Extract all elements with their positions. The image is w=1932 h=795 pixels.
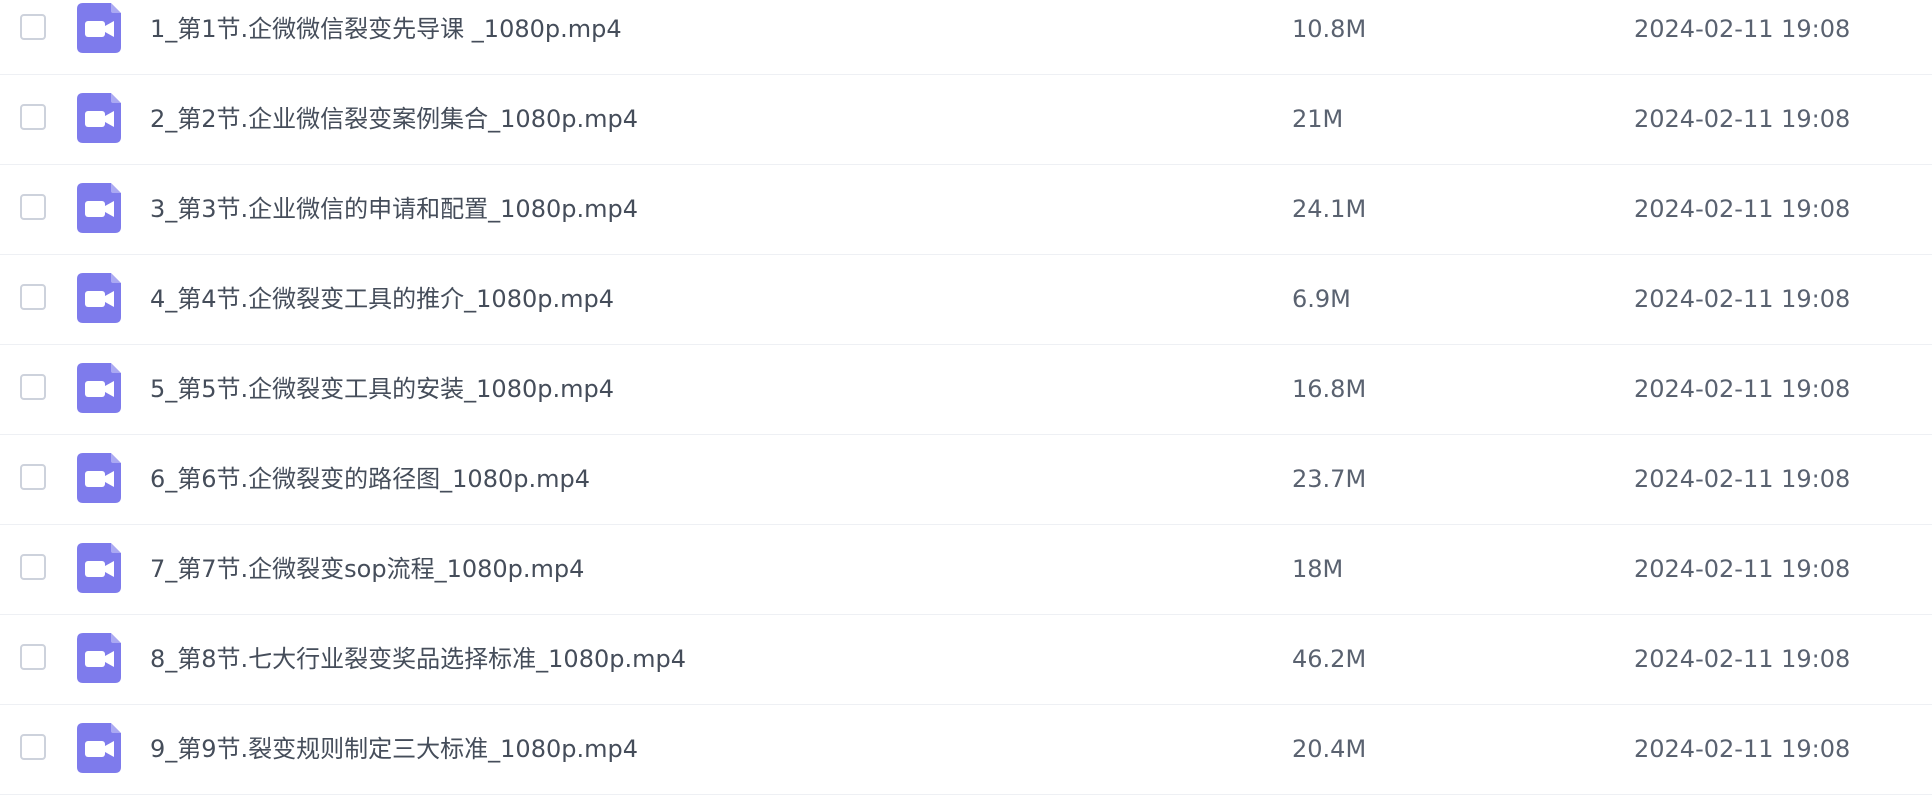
file-modified-date: 2024-02-11 19:08 — [1634, 195, 1851, 223]
file-modified-date: 2024-02-11 19:08 — [1634, 15, 1851, 43]
file-row[interactable]: 6_第6节.企微裂变的路径图_1080p.mp4 23.7M 2024-02-1… — [0, 435, 1932, 525]
file-modified-date: 2024-02-11 19:08 — [1634, 285, 1851, 313]
file-size: 18M — [1292, 555, 1344, 583]
file-size: 16.8M — [1292, 375, 1367, 403]
video-file-icon — [77, 273, 121, 323]
file-modified-date: 2024-02-11 19:08 — [1634, 555, 1851, 583]
video-file-icon — [77, 453, 121, 503]
file-size: 24.1M — [1292, 195, 1367, 223]
file-name[interactable]: 4_第4节.企微裂变工具的推介_1080p.mp4 — [150, 283, 614, 315]
file-list: 1_第1节.企微微信裂变先导课 _1080p.mp4 10.8M 2024-02… — [0, 0, 1932, 795]
file-modified-date: 2024-02-11 19:08 — [1634, 105, 1851, 133]
file-name[interactable]: 6_第6节.企微裂变的路径图_1080p.mp4 — [150, 463, 590, 495]
row-checkbox[interactable] — [20, 104, 46, 130]
row-checkbox[interactable] — [20, 194, 46, 220]
row-checkbox[interactable] — [20, 374, 46, 400]
file-modified-date: 2024-02-11 19:08 — [1634, 465, 1851, 493]
video-file-icon — [77, 633, 121, 683]
file-name[interactable]: 9_第9节.裂变规则制定三大标准_1080p.mp4 — [150, 733, 638, 765]
file-row[interactable]: 8_第8节.七大行业裂变奖品选择标准_1080p.mp4 46.2M 2024-… — [0, 615, 1932, 705]
row-checkbox[interactable] — [20, 554, 46, 580]
video-file-icon — [77, 3, 121, 53]
file-name[interactable]: 5_第5节.企微裂变工具的安装_1080p.mp4 — [150, 373, 614, 405]
file-row[interactable]: 5_第5节.企微裂变工具的安装_1080p.mp4 16.8M 2024-02-… — [0, 345, 1932, 435]
file-name[interactable]: 3_第3节.企业微信的申请和配置_1080p.mp4 — [150, 193, 638, 225]
file-row[interactable]: 7_第7节.企微裂变sop流程_1080p.mp4 18M 2024-02-11… — [0, 525, 1932, 615]
file-size: 10.8M — [1292, 15, 1367, 43]
file-name[interactable]: 7_第7节.企微裂变sop流程_1080p.mp4 — [150, 553, 584, 585]
row-checkbox[interactable] — [20, 284, 46, 310]
video-file-icon — [77, 363, 121, 413]
file-size: 21M — [1292, 105, 1344, 133]
file-size: 20.4M — [1292, 735, 1367, 763]
row-checkbox[interactable] — [20, 14, 46, 40]
file-modified-date: 2024-02-11 19:08 — [1634, 645, 1851, 673]
file-size: 46.2M — [1292, 645, 1367, 673]
file-modified-date: 2024-02-11 19:08 — [1634, 735, 1851, 763]
row-checkbox[interactable] — [20, 644, 46, 670]
file-row[interactable]: 2_第2节.企业微信裂变案例集合_1080p.mp4 21M 2024-02-1… — [0, 75, 1932, 165]
video-file-icon — [77, 183, 121, 233]
file-row[interactable]: 4_第4节.企微裂变工具的推介_1080p.mp4 6.9M 2024-02-1… — [0, 255, 1932, 345]
file-name[interactable]: 2_第2节.企业微信裂变案例集合_1080p.mp4 — [150, 103, 638, 135]
file-name[interactable]: 8_第8节.七大行业裂变奖品选择标准_1080p.mp4 — [150, 643, 686, 675]
file-size: 23.7M — [1292, 465, 1367, 493]
video-file-icon — [77, 543, 121, 593]
file-row[interactable]: 1_第1节.企微微信裂变先导课 _1080p.mp4 10.8M 2024-02… — [0, 0, 1932, 75]
video-file-icon — [77, 93, 121, 143]
video-file-icon — [77, 723, 121, 773]
row-checkbox[interactable] — [20, 464, 46, 490]
file-row[interactable]: 3_第3节.企业微信的申请和配置_1080p.mp4 24.1M 2024-02… — [0, 165, 1932, 255]
file-name[interactable]: 1_第1节.企微微信裂变先导课 _1080p.mp4 — [150, 13, 622, 45]
file-row[interactable]: 9_第9节.裂变规则制定三大标准_1080p.mp4 20.4M 2024-02… — [0, 705, 1932, 795]
file-size: 6.9M — [1292, 285, 1351, 313]
row-checkbox[interactable] — [20, 734, 46, 760]
file-modified-date: 2024-02-11 19:08 — [1634, 375, 1851, 403]
